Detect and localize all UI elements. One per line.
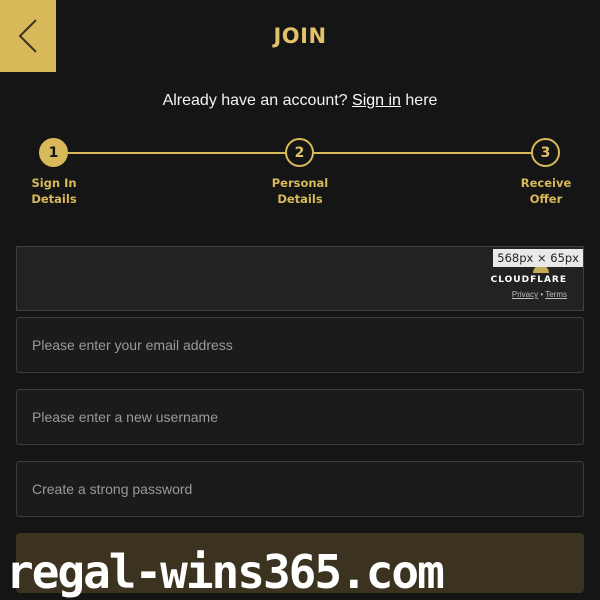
password-field[interactable] <box>32 481 568 497</box>
step-1-label: Sign In Details <box>14 175 94 207</box>
username-field-wrapper <box>16 389 584 445</box>
dimension-tooltip: 568px × 65px <box>493 249 583 267</box>
email-field-wrapper <box>16 317 584 373</box>
email-field[interactable] <box>32 337 568 353</box>
watermark-text: regal-wins365.com <box>6 545 445 599</box>
username-field[interactable] <box>32 409 568 425</box>
step-1-label-line1: Sign In <box>31 176 77 190</box>
signin-link[interactable]: Sign in <box>352 92 401 109</box>
step-2-label-line2: Details <box>277 192 323 206</box>
terms-link[interactable]: Terms <box>545 290 567 299</box>
cloudflare-captcha[interactable]: 568px × 65px CLOUDFLARE Privacy • Terms <box>16 246 584 311</box>
cloudflare-links: Privacy • Terms <box>512 290 567 299</box>
signin-suffix: here <box>400 92 438 109</box>
step-1-circle: 1 <box>39 138 68 167</box>
step-3-circle: 3 <box>531 138 560 167</box>
step-2-label: Personal Details <box>260 175 340 207</box>
step-3-label-line1: Receive <box>520 176 572 190</box>
privacy-link[interactable]: Privacy <box>512 290 538 299</box>
cloudflare-brand: CLOUDFLARE <box>490 275 567 285</box>
step-2-circle: 2 <box>285 138 314 167</box>
step-3-label-line2: Offer <box>529 192 563 206</box>
signin-prompt: Already have an account? Sign in here <box>0 92 600 110</box>
password-field-wrapper <box>16 461 584 517</box>
signin-prefix: Already have an account? <box>162 92 353 109</box>
progress-stepper: 1 Sign In Details 2 Personal Details 3 R… <box>0 138 600 208</box>
step-2-label-line1: Personal <box>271 176 329 190</box>
header: JOIN <box>0 0 600 72</box>
step-connector <box>68 152 286 154</box>
step-3-label: Receive Offer <box>506 175 586 207</box>
page-title: JOIN <box>273 24 327 48</box>
step-1-label-line2: Details <box>31 192 77 206</box>
step-connector <box>314 152 532 154</box>
